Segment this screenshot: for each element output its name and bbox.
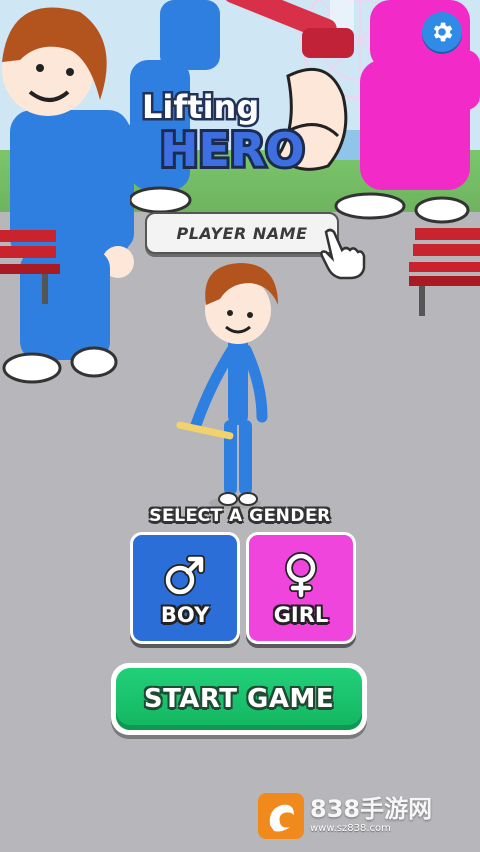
player-name-placeholder: PLAYER NAME <box>176 223 308 243</box>
gear-icon <box>433 22 453 42</box>
bystander-left <box>2 7 134 384</box>
select-gender-heading: SELECT A GENDER <box>149 506 331 526</box>
girl-button[interactable]: GIRL <box>246 532 356 644</box>
watermark: 838手游网 www.sz838.com <box>258 792 458 840</box>
logo-word-2: HERO <box>160 123 304 177</box>
boy-label: BOY <box>160 603 210 627</box>
player-name-input[interactable]: PLAYER NAME <box>145 212 339 254</box>
bench-right <box>409 228 480 316</box>
female-symbol-icon <box>285 552 317 599</box>
pointing-hand-icon <box>320 228 366 280</box>
bench-left <box>0 230 60 304</box>
hero-character <box>176 263 278 509</box>
watermark-text: 838手游网 www.sz838.com <box>310 796 432 836</box>
game-scene: Lifting HERO PLAYER NAME SELECT A GENDER… <box>0 0 480 852</box>
start-game-label: START GAME <box>116 668 362 730</box>
start-game-button[interactable]: START GAME <box>111 663 367 735</box>
game-logo: Lifting HERO <box>138 56 358 186</box>
girl-label: GIRL <box>273 603 329 627</box>
watermark-url: www.sz838.com <box>310 823 391 834</box>
settings-button[interactable] <box>422 12 462 52</box>
male-symbol-icon <box>164 555 205 596</box>
dragon-logo-icon <box>258 793 304 839</box>
logo-word-1: Lifting <box>142 88 259 126</box>
boy-button[interactable]: BOY <box>130 532 240 644</box>
watermark-brand: 838手游网 <box>310 795 433 823</box>
logo-graphic: Lifting HERO <box>140 67 348 180</box>
